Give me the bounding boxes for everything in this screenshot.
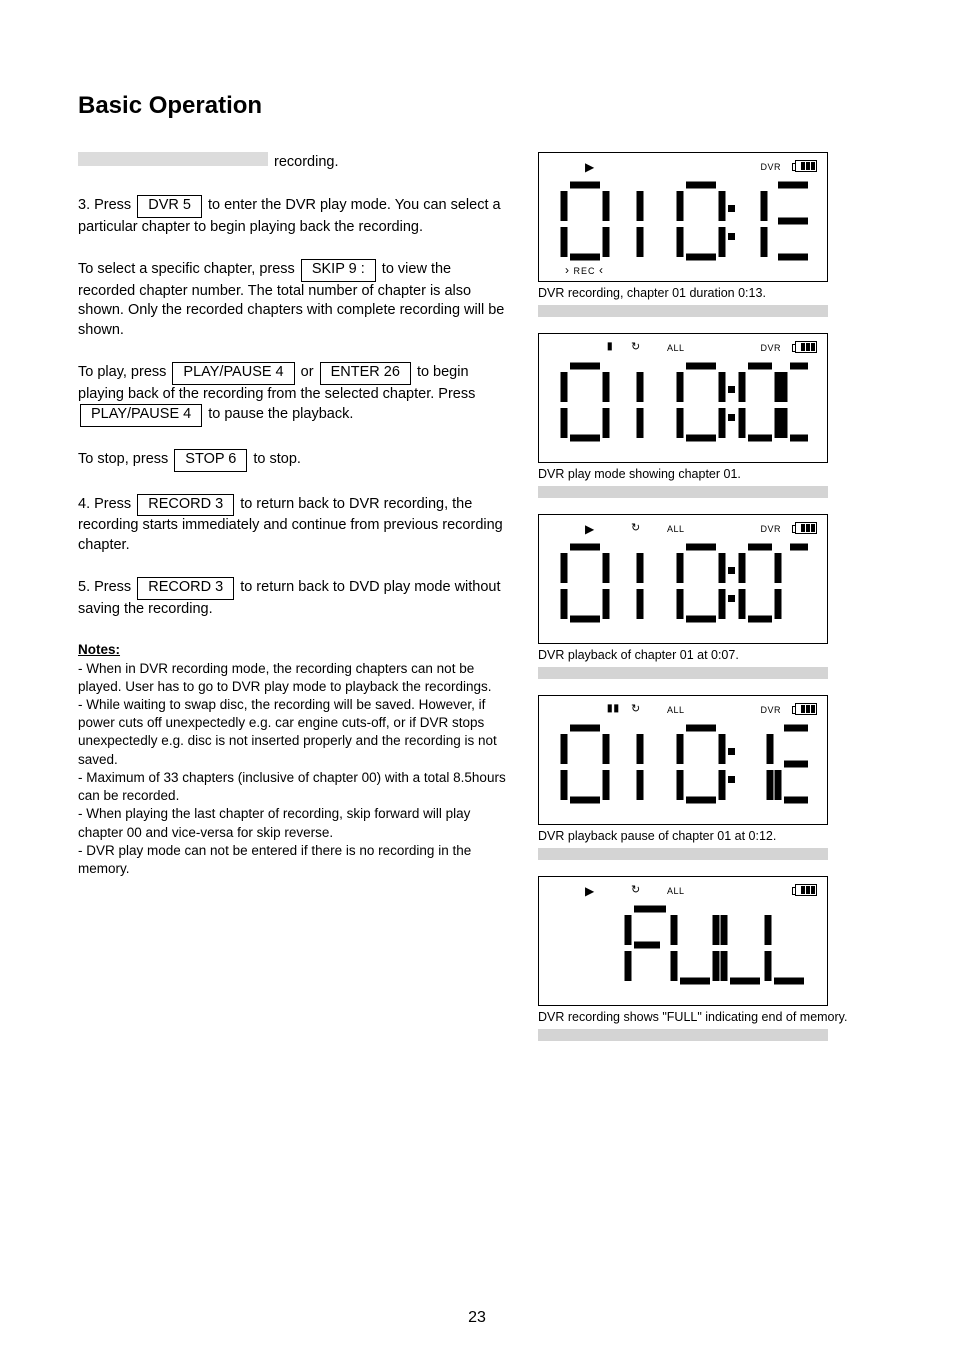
lcd-panel-full: ▶ ↻ ALL — [538, 876, 828, 1006]
step5-before: 5. Press — [78, 579, 135, 595]
all-indicator: ALL — [667, 342, 685, 354]
lcd-panel-recording: ▶ DVR — [538, 152, 828, 282]
seven-seg-display — [558, 722, 808, 812]
play-icon: ▶ — [585, 159, 595, 175]
redacted-lead-bar — [78, 152, 268, 166]
dvr-indicator: DVR — [760, 161, 781, 173]
note-item: - While waiting to swap disc, the record… — [78, 696, 508, 769]
note-item: - When in DVR recording mode, the record… — [78, 660, 508, 696]
play-icon: ▶ — [585, 521, 595, 537]
key-skip[interactable]: SKIP 9 : — [301, 259, 376, 282]
key-dvr[interactable]: DVR 5 — [137, 195, 202, 218]
key-playpause-1[interactable]: PLAY/PAUSE 4 — [172, 362, 294, 385]
key-record-2[interactable]: RECORD 3 — [137, 577, 234, 600]
stop-text: To stop, press — [78, 451, 172, 467]
seven-seg-display — [558, 360, 808, 450]
intro-tail: recording. — [274, 153, 338, 173]
loop-icon: ↻ — [631, 521, 641, 536]
battery-icon — [795, 703, 817, 720]
lcd-caption: DVR recording, chapter 01 duration 0:13. — [538, 285, 876, 302]
key-stop[interactable]: STOP 6 — [174, 449, 247, 472]
play-pause-tail: to pause the playback. — [208, 406, 353, 422]
battery-icon — [795, 884, 817, 901]
loop-icon: ↻ — [631, 340, 641, 355]
lcd-panel-playmode: ▮ ↻ ALL DVR — [538, 333, 828, 463]
all-indicator: ALL — [667, 523, 685, 535]
notes-heading: Notes: — [78, 641, 508, 659]
lcd-panel-pause: ▮▮ ↻ ALL DVR — [538, 695, 828, 825]
seven-seg-display — [558, 179, 808, 269]
step4-before: 4. Press — [78, 496, 135, 512]
pause-icon: ▮▮ — [607, 702, 620, 716]
all-indicator: ALL — [667, 704, 685, 716]
separator-bar — [538, 486, 828, 498]
battery-icon — [795, 341, 817, 358]
play-mid: or — [301, 364, 318, 380]
note-item: - When playing the last chapter of recor… — [78, 805, 508, 841]
loop-icon: ↻ — [631, 883, 641, 898]
play-before: To play, press — [78, 364, 170, 380]
stop-tail: to stop. — [253, 451, 301, 467]
all-indicator: ALL — [667, 885, 685, 897]
key-record-1[interactable]: RECORD 3 — [137, 494, 234, 517]
seven-seg-display — [558, 541, 808, 631]
separator-bar — [538, 305, 828, 317]
pause-icon: ▮ — [607, 340, 614, 354]
instructions-column: recording. 3. Press DVR 5 to enter the D… — [78, 152, 508, 1056]
separator-bar — [538, 848, 828, 860]
note-item: - DVR play mode can not be entered if th… — [78, 842, 508, 878]
rec-indicator: › REC ‹ — [565, 265, 604, 277]
separator-bar — [538, 1029, 828, 1041]
lcd-column: ▶ DVR — [538, 152, 876, 1056]
key-enter[interactable]: ENTER 26 — [320, 362, 411, 385]
battery-icon — [795, 160, 817, 177]
lcd-panel-playback: ▶ ↻ ALL DVR — [538, 514, 828, 644]
page-number: 23 — [468, 1307, 486, 1329]
lcd-caption: DVR recording shows "FULL" indicating en… — [538, 1009, 876, 1026]
dvr-indicator: DVR — [760, 342, 781, 354]
step3-p2-before: To select a specific chapter, press — [78, 261, 299, 277]
lcd-caption: DVR playback pause of chapter 01 at 0:12… — [538, 828, 876, 845]
seven-seg-display — [558, 903, 808, 993]
key-playpause-2[interactable]: PLAY/PAUSE 4 — [80, 404, 202, 427]
dvr-indicator: DVR — [760, 523, 781, 535]
lcd-caption: DVR play mode showing chapter 01. — [538, 466, 876, 483]
step3-p1-before: 3. Press — [78, 197, 135, 213]
page-title: Basic Operation — [78, 90, 876, 122]
dvr-indicator: DVR — [760, 704, 781, 716]
battery-icon — [795, 522, 817, 539]
lcd-caption: DVR playback of chapter 01 at 0:07. — [538, 647, 876, 664]
note-item: - Maximum of 33 chapters (inclusive of c… — [78, 769, 508, 805]
loop-icon: ↻ — [631, 702, 641, 717]
play-icon: ▶ — [585, 883, 595, 899]
separator-bar — [538, 667, 828, 679]
